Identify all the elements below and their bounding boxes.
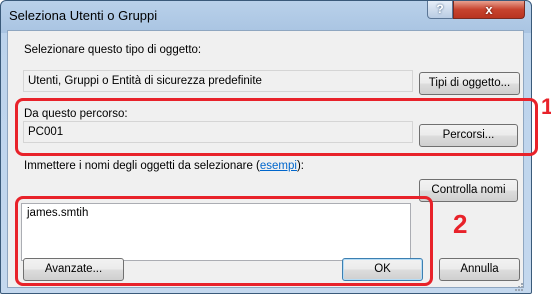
resize-grip-icon[interactable] (514, 282, 524, 292)
check-names-button[interactable]: Controlla nomi (419, 179, 518, 202)
object-types-button[interactable]: Tipi di oggetto... (419, 72, 520, 95)
callout-number-2: 2 (453, 209, 468, 239)
callout-number-1: 1 (541, 94, 551, 119)
window-title: Seleziona Utenti o Gruppi (9, 8, 158, 23)
help-icon[interactable]: ? (427, 1, 453, 19)
title-bar[interactable]: Seleziona Utenti o Gruppi ? x (1, 1, 531, 31)
object-type-field: Utenti, Gruppi o Entità di sicurezza pre… (23, 70, 413, 92)
close-icon[interactable]: x (453, 1, 525, 19)
names-label: Immettere i nomi degli oggetti da selezi… (24, 160, 304, 172)
highlight-box-names (15, 196, 433, 286)
highlight-box-location (15, 98, 538, 156)
object-type-label: Selezionare questo tipo di oggetto: (24, 44, 202, 56)
examples-open: ( (252, 160, 260, 172)
names-label-text: Immettere i nomi degli oggetti da selezi… (24, 160, 253, 172)
examples-close: ): (296, 160, 304, 172)
cancel-button[interactable]: Annulla (439, 258, 520, 281)
examples-link[interactable]: esempi (260, 160, 297, 172)
